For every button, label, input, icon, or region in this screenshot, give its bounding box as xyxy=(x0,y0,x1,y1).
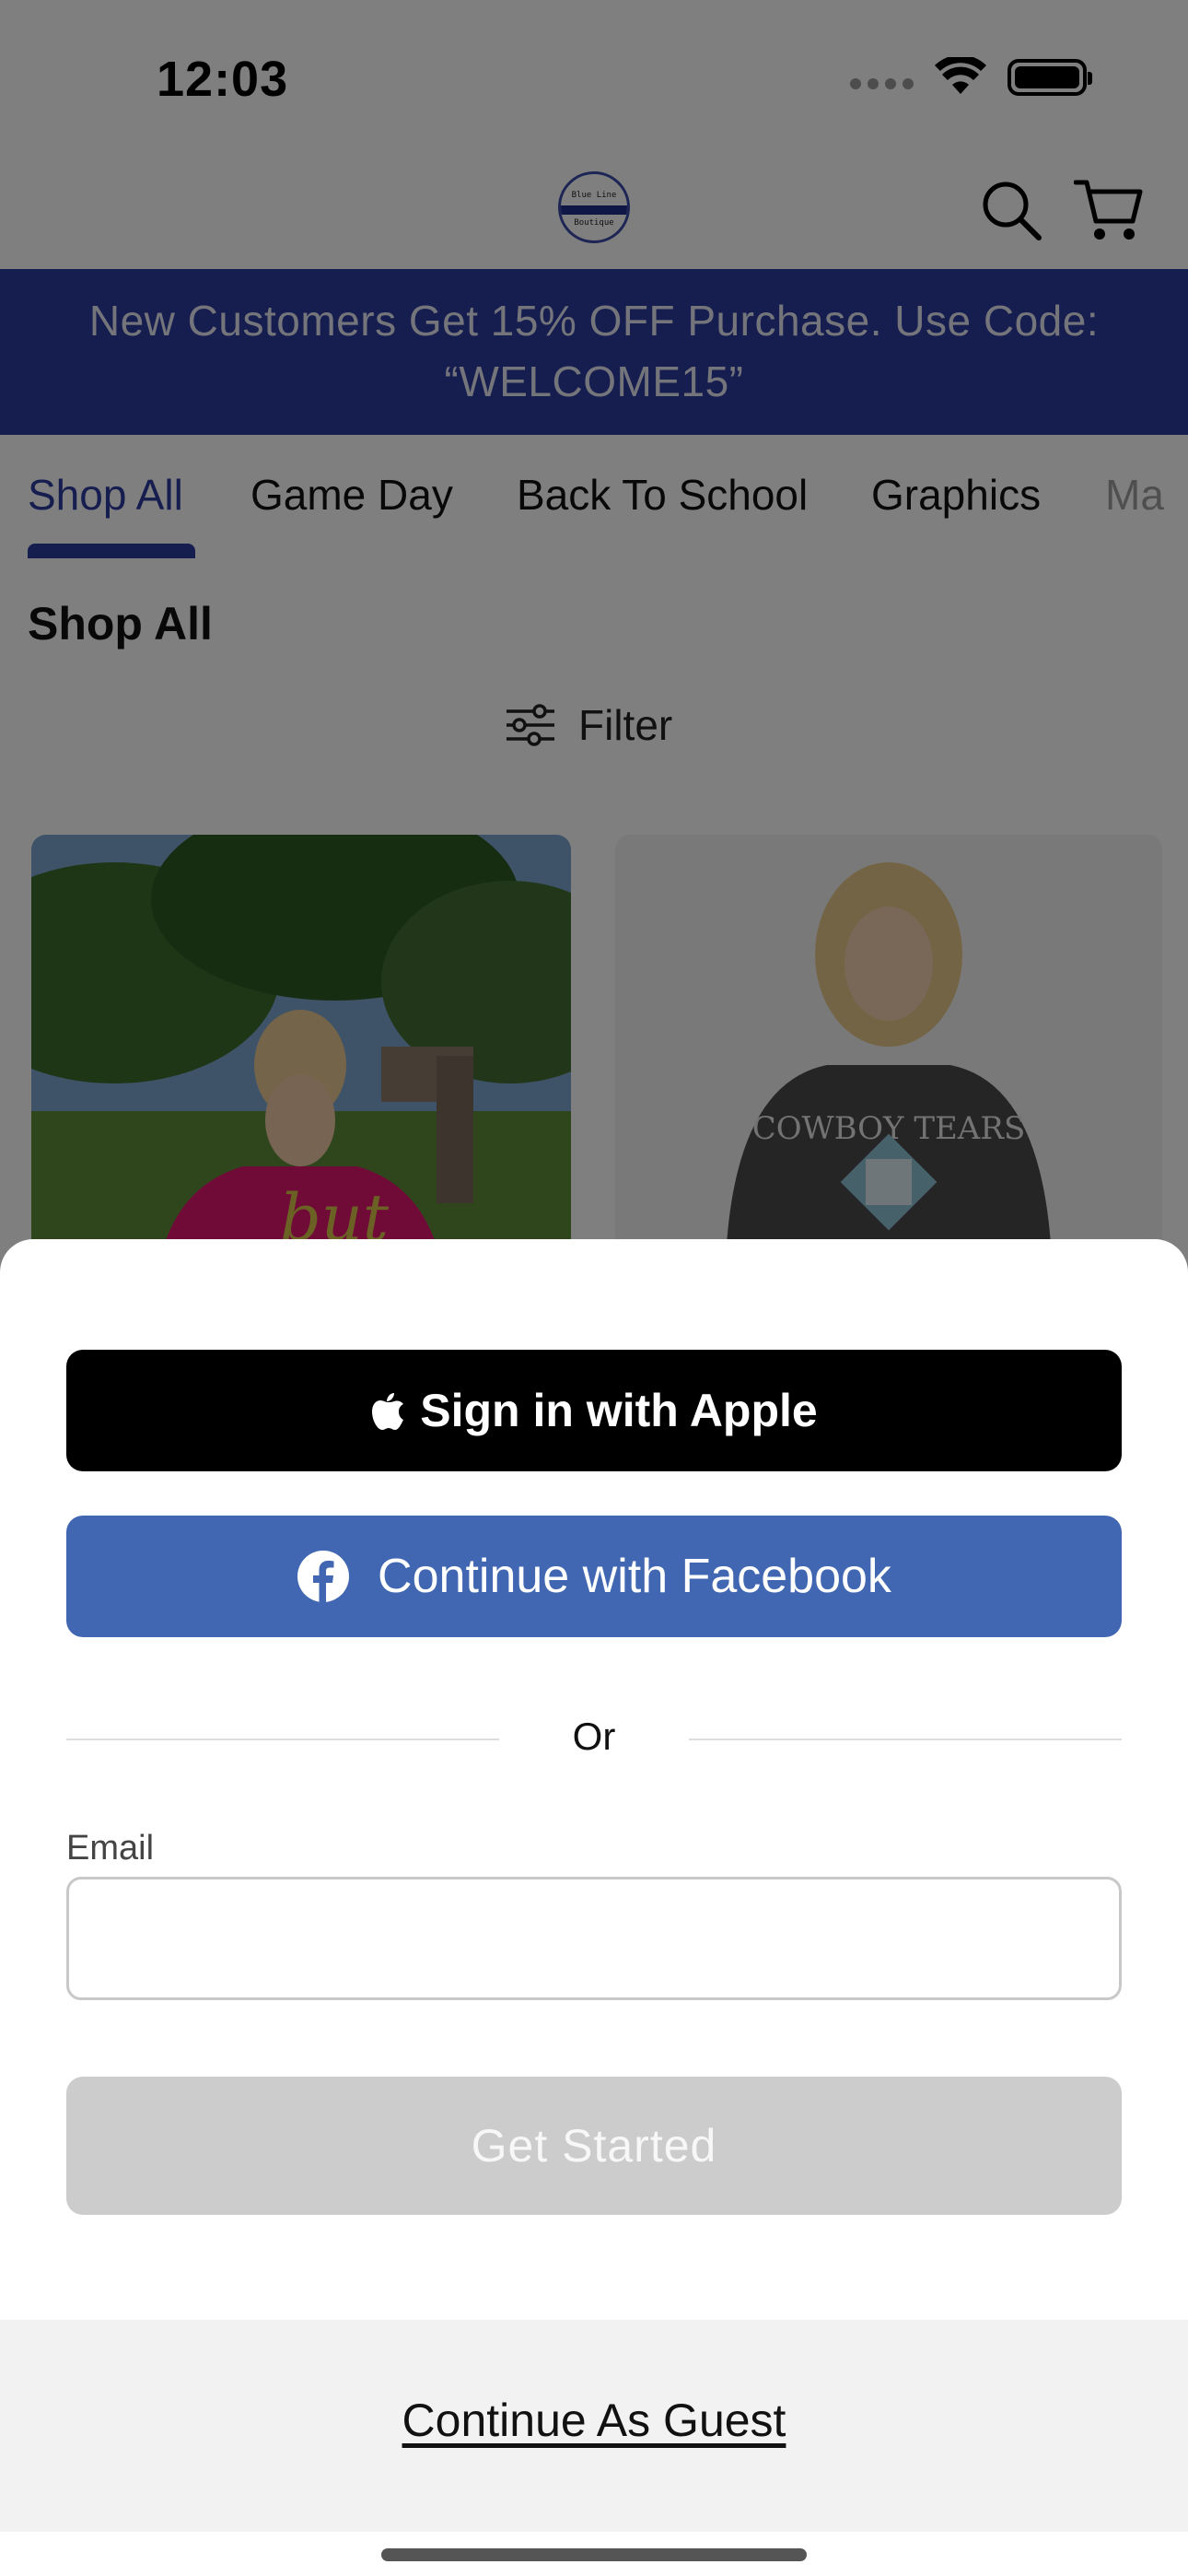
or-divider: Or xyxy=(66,1700,1122,1774)
sign-in-sheet: Sign in with Apple Continue with Faceboo… xyxy=(0,1239,1188,2576)
sign-in-with-apple-button[interactable]: Sign in with Apple xyxy=(66,1350,1122,1471)
home-indicator-area xyxy=(0,2532,1188,2576)
divider-line-right xyxy=(689,1739,1122,1740)
apple-logo-icon xyxy=(372,1393,404,1430)
or-text: Or xyxy=(572,1715,616,1758)
get-started-button[interactable]: Get Started xyxy=(66,2077,1122,2215)
facebook-logo-icon xyxy=(297,1551,350,1603)
continue-as-guest-link[interactable]: Continue As Guest xyxy=(0,2394,1188,2447)
home-indicator[interactable] xyxy=(381,2548,807,2561)
email-label: Email xyxy=(66,1829,155,1868)
facebook-button-label: Continue with Facebook xyxy=(378,1550,891,1603)
guest-footer: Continue As Guest xyxy=(0,2320,1188,2532)
email-input[interactable] xyxy=(66,1877,1122,2000)
continue-with-facebook-button[interactable]: Continue with Facebook xyxy=(66,1516,1122,1637)
apple-button-label: Sign in with Apple xyxy=(420,1385,818,1436)
